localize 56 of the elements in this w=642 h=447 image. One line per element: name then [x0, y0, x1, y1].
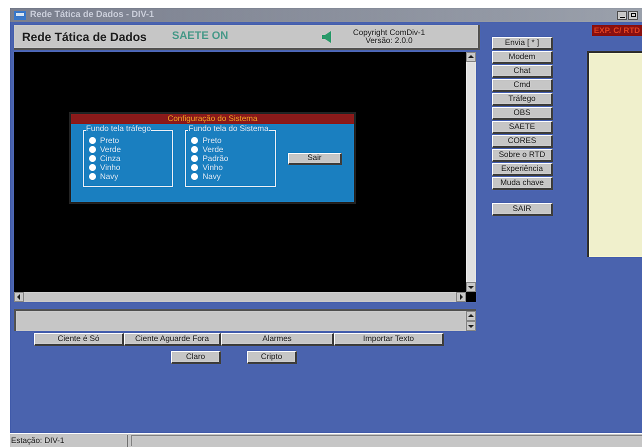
button[interactable]: Modem — [492, 51, 553, 64]
radio-button[interactable] — [89, 164, 96, 171]
button[interactable]: Muda chave — [492, 177, 553, 190]
radio-label: Verde — [100, 146, 121, 154]
window-title: Rede Tática de Dados - DIV-1 — [30, 8, 154, 22]
copyright-text: Copyright ComDiv-1 — [353, 28, 426, 36]
button[interactable]: Chat — [492, 65, 553, 78]
radio-label: Padrão — [202, 154, 228, 162]
dialog-title: Configuração do Sistema — [71, 114, 354, 124]
radio-label: Navy — [202, 172, 221, 180]
minimize-icon[interactable] — [617, 10, 627, 20]
version-text: Versão: 2.0.0 — [365, 36, 413, 44]
button[interactable]: Importar Texto — [334, 333, 444, 346]
restore-icon[interactable] — [628, 10, 638, 20]
mode-label: EXP. C/ RTD — [592, 25, 642, 36]
radio-label: Preto — [100, 136, 120, 144]
radio-label: Navy — [100, 172, 118, 180]
vertical-scrollbar[interactable] — [466, 52, 476, 292]
button[interactable]: Cripto — [247, 351, 297, 364]
radio-button[interactable] — [191, 146, 198, 153]
radio-label: Vinho — [202, 164, 223, 172]
radio-button[interactable] — [89, 173, 96, 180]
group-label: Fundo tela tráfego — [86, 125, 151, 133]
horizontal-scrollbar[interactable] — [14, 292, 466, 302]
button[interactable]: CORES — [492, 135, 553, 148]
button[interactable]: Ciente Aguarde Fora — [124, 333, 221, 346]
radio-label: Cinza — [100, 154, 120, 162]
message-field[interactable] — [14, 309, 476, 331]
radio-button[interactable] — [89, 155, 96, 162]
button[interactable]: SAIR — [492, 203, 553, 216]
radio-button[interactable] — [191, 173, 198, 180]
group-label: Fundo tela do Sistema — [188, 125, 269, 133]
button[interactable]: Cmd — [492, 79, 553, 92]
app-title: Rede Tática de Dados — [22, 28, 148, 46]
button[interactable]: OBS — [492, 107, 553, 120]
radio-label: Preto — [202, 136, 222, 144]
button[interactable]: Claro — [171, 351, 221, 364]
radio-button[interactable] — [191, 164, 198, 171]
radio-label: Verde — [202, 146, 224, 154]
radio-button[interactable] — [89, 137, 96, 144]
speaker-icon — [322, 30, 331, 42]
button[interactable]: Alarmes — [221, 333, 334, 346]
radio-label: Vinho — [100, 164, 120, 172]
radio-button[interactable] — [191, 137, 198, 144]
radio-button[interactable] — [89, 146, 96, 153]
radio-button[interactable] — [191, 155, 198, 162]
button[interactable]: Sobre o RTD — [492, 149, 553, 162]
button[interactable]: Sair — [288, 152, 342, 164]
button[interactable]: Experiência — [492, 163, 553, 176]
station-text: Estação: DIV-1 — [10, 434, 128, 446]
button[interactable]: Ciente é Só — [34, 333, 124, 346]
button[interactable]: Envia [ * ] — [492, 37, 553, 50]
app-icon — [14, 10, 26, 20]
button[interactable]: SAETE — [492, 121, 553, 134]
saete-status: SAETE ON — [172, 29, 230, 44]
button[interactable]: Tráfego — [492, 93, 553, 106]
